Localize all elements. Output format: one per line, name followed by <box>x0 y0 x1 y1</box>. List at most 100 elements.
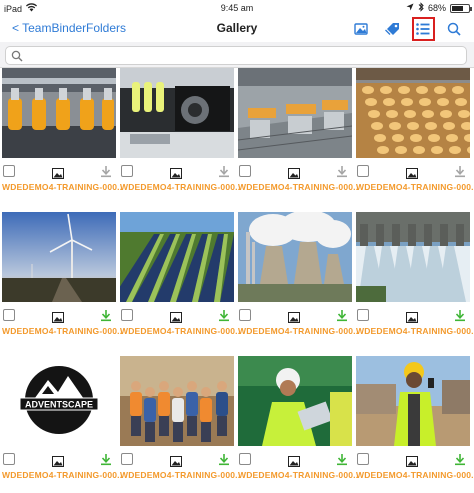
bluetooth-icon <box>418 2 424 14</box>
search-icon[interactable] <box>445 20 463 38</box>
gallery-grid: WDEDEMO4-TRAINING-000... WDEDEMO4-TRAINI… <box>0 68 474 493</box>
gallery-thumbnail[interactable] <box>2 212 116 302</box>
gallery-item[interactable]: WDEDEMO4-TRAINING-000... <box>356 356 474 484</box>
gallery-item[interactable]: WDEDEMO4-TRAINING-000... <box>238 356 358 484</box>
adventscape-logo-text: ADVENTSCAPE <box>25 400 93 410</box>
gallery-thumbnail[interactable] <box>120 212 234 302</box>
photo-icon[interactable] <box>52 310 64 323</box>
downloaded-icon[interactable] <box>100 453 112 466</box>
file-name: WDEDEMO4-TRAINING-000... <box>120 182 240 192</box>
gallery-thumbnail[interactable] <box>120 356 234 446</box>
photo-icon[interactable] <box>288 166 300 179</box>
photo-icon[interactable] <box>170 166 182 179</box>
photo-icon[interactable] <box>288 454 300 467</box>
item-controls <box>120 452 234 468</box>
downloaded-icon[interactable] <box>218 453 230 466</box>
item-controls <box>2 308 116 324</box>
item-controls <box>356 308 470 324</box>
select-checkbox[interactable] <box>3 165 15 177</box>
gallery-thumbnail[interactable] <box>120 68 234 158</box>
item-controls <box>238 308 352 324</box>
select-checkbox[interactable] <box>121 309 133 321</box>
photo-icon[interactable] <box>52 166 64 179</box>
gallery-item[interactable]: WDEDEMO4-TRAINING-000... <box>120 68 240 196</box>
battery-percent: 68% <box>427 3 446 13</box>
select-checkbox[interactable] <box>239 165 251 177</box>
tag-filter-icon[interactable] <box>384 20 402 38</box>
download-icon[interactable] <box>336 165 348 178</box>
wind-turbine-sunset-image <box>2 212 116 302</box>
folders-button[interactable]: Folders <box>86 21 126 35</box>
gallery-thumbnail[interactable] <box>238 68 352 158</box>
select-checkbox[interactable] <box>239 309 251 321</box>
select-checkbox[interactable] <box>357 165 369 177</box>
item-controls <box>238 452 352 468</box>
downloaded-icon[interactable] <box>454 309 466 322</box>
juice-bottling-line-image <box>2 68 116 158</box>
battery-fill <box>452 5 463 11</box>
search-bar <box>0 42 474 68</box>
downloaded-icon[interactable] <box>100 309 112 322</box>
back-button[interactable]: < TeamBinder <box>12 21 86 35</box>
dam-spillway-image <box>356 212 470 302</box>
downloaded-icon[interactable] <box>336 453 348 466</box>
status-bar: iPad 9:45 am 68% <box>0 0 474 16</box>
item-controls <box>2 164 116 180</box>
biscuit-conveyor-image <box>356 68 470 158</box>
gallery-item[interactable]: WDEDEMO4-TRAINING-000... <box>2 212 122 340</box>
select-checkbox[interactable] <box>3 309 15 321</box>
photo-icon[interactable] <box>406 310 418 323</box>
downloaded-icon[interactable] <box>336 309 348 322</box>
photo-icon[interactable] <box>406 454 418 467</box>
select-checkbox[interactable] <box>239 453 251 465</box>
file-name: WDEDEMO4-TRAINING-000... <box>238 470 358 480</box>
downloaded-icon[interactable] <box>218 309 230 322</box>
battery-icon <box>450 3 472 13</box>
gallery-thumbnail[interactable] <box>356 356 470 446</box>
download-icon[interactable] <box>218 165 230 178</box>
file-name: WDEDEMO4-TRAINING-000... <box>2 470 122 480</box>
gallery-thumbnail[interactable] <box>356 68 470 158</box>
file-name: WDEDEMO4-TRAINING-000... <box>356 470 474 480</box>
gallery-thumbnail[interactable] <box>356 212 470 302</box>
item-controls <box>356 164 470 180</box>
file-name: WDEDEMO4-TRAINING-000... <box>120 326 240 336</box>
photo-icon[interactable] <box>170 454 182 467</box>
download-icon[interactable] <box>454 165 466 178</box>
gallery-item[interactable]: WDEDEMO4-TRAINING-000... <box>238 212 358 340</box>
select-checkbox[interactable] <box>357 309 369 321</box>
search-input[interactable] <box>28 49 458 63</box>
gallery-item[interactable]: WDEDEMO4-TRAINING-000... <box>356 212 474 340</box>
gallery-item[interactable]: WDEDEMO4-TRAINING-000... <box>2 68 122 196</box>
photo-icon[interactable] <box>52 454 64 467</box>
search-field-icon <box>10 49 24 63</box>
gallery-thumbnail[interactable] <box>238 356 352 446</box>
gallery-item[interactable]: WDEDEMO4-TRAINING-000... <box>120 212 240 340</box>
gallery-item[interactable]: ADVENTSCAPE WDEDEMO4-TRAINING-000... <box>2 356 122 484</box>
select-checkbox[interactable] <box>3 453 15 465</box>
select-checkbox[interactable] <box>357 453 369 465</box>
photo-icon[interactable] <box>170 310 182 323</box>
gallery-item[interactable]: WDEDEMO4-TRAINING-000... <box>238 68 358 196</box>
gallery-thumbnail[interactable]: ADVENTSCAPE <box>2 356 116 446</box>
item-controls <box>120 164 234 180</box>
item-controls <box>238 164 352 180</box>
select-checkbox[interactable] <box>121 453 133 465</box>
photo-icon[interactable] <box>406 166 418 179</box>
download-icon[interactable] <box>100 165 112 178</box>
site-engineer-phone-image <box>356 356 470 446</box>
factory-floor-image <box>238 68 352 158</box>
status-right: 68% <box>406 2 472 14</box>
gallery-item[interactable]: WDEDEMO4-TRAINING-000... <box>356 68 474 196</box>
nav-bar: < TeamBinder Folders Gallery <box>0 16 474 42</box>
downloaded-icon[interactable] <box>454 453 466 466</box>
photo-icon[interactable] <box>288 310 300 323</box>
gallery-thumbnail[interactable] <box>238 212 352 302</box>
list-view-highlight <box>412 17 435 41</box>
photo-view-icon[interactable] <box>352 20 370 38</box>
file-name: WDEDEMO4-TRAINING-000... <box>356 182 474 192</box>
gallery-thumbnail[interactable] <box>2 68 116 158</box>
search-field[interactable] <box>5 46 467 65</box>
gallery-item[interactable]: WDEDEMO4-TRAINING-000... <box>120 356 240 484</box>
select-checkbox[interactable] <box>121 165 133 177</box>
